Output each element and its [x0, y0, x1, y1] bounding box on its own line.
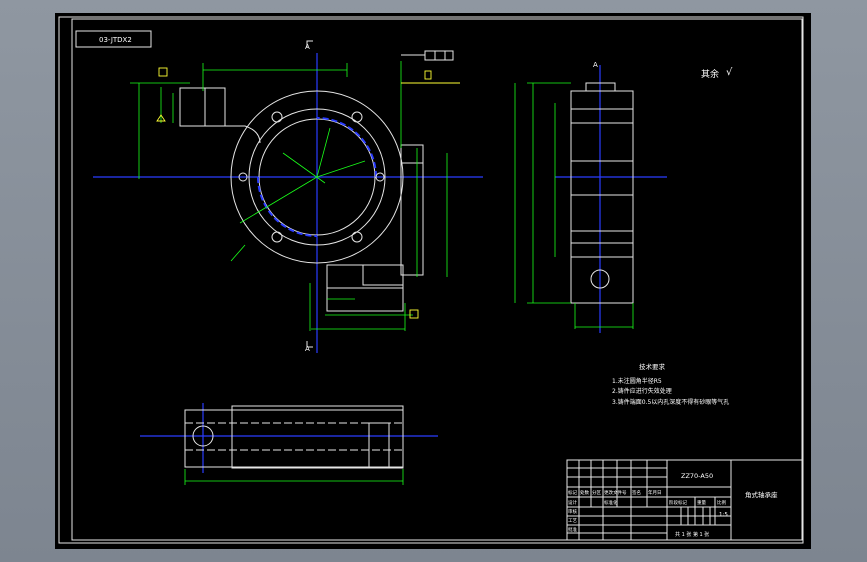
tb-header-1: 处数: [580, 489, 589, 496]
drawing-sheet: 03-JTDX2 A A A 其余 √ 技术要求 1.未注圆角半径R5 2.铸件…: [55, 13, 811, 549]
title-block-scale: 1:5: [719, 512, 728, 518]
drawing-canvas: 03-JTDX2 A A A 其余 √ 技术要求 1.未注圆角半径R5 2.铸件…: [58, 16, 804, 544]
title-block-model: ZZ70-A50: [681, 472, 713, 480]
tech-req-title: 技术要求: [639, 362, 666, 371]
title-block-sheet-info: 共 1 张 第 1 张: [675, 531, 709, 538]
tech-req-item-1: 1.未注圆角半径R5: [612, 377, 662, 385]
inner-frame: [71, 18, 803, 541]
outer-frame: [58, 16, 804, 544]
roughness-symbol: √: [726, 67, 733, 78]
tb-header-3: 更改文件号: [604, 489, 627, 496]
tb-header-4: 签名: [632, 489, 641, 496]
tb-role-0: 设计: [568, 499, 577, 506]
tech-req-item-2: 2.铸件应进行失效处理: [612, 387, 672, 395]
roughness-note: 其余: [701, 68, 719, 80]
title-block: ZZ70-A50 角式轴承座 1:5 共 1 张 第 1 张 标记 处数 分区 …: [566, 459, 803, 541]
tb-header-2: 分区: [592, 489, 601, 496]
tb-std-label: 标准化: [604, 499, 618, 506]
tb-stage-2: 比例: [717, 499, 726, 506]
title-block-part-name: 角式轴承座: [745, 490, 778, 499]
tb-role-1: 审核: [568, 508, 577, 515]
tb-role-2: 工艺: [568, 518, 577, 524]
front-view: A A: [93, 40, 483, 353]
tb-role-3: 批准: [568, 526, 577, 533]
tb-header-0: 标记: [568, 489, 577, 496]
code-label: 03-JTDX2: [99, 36, 132, 44]
side-view: A: [514, 61, 667, 333]
tb-header-5: 年月日: [648, 489, 662, 496]
tb-stage-1: 重量: [697, 499, 706, 506]
side-section-mark: A: [593, 61, 598, 69]
tech-req-item-3: 3.铸件端面0.5以内孔深度不得有砂眼等气孔: [612, 398, 729, 406]
top-view: [140, 403, 438, 485]
tb-stage-0: 阶段标记: [669, 499, 687, 506]
